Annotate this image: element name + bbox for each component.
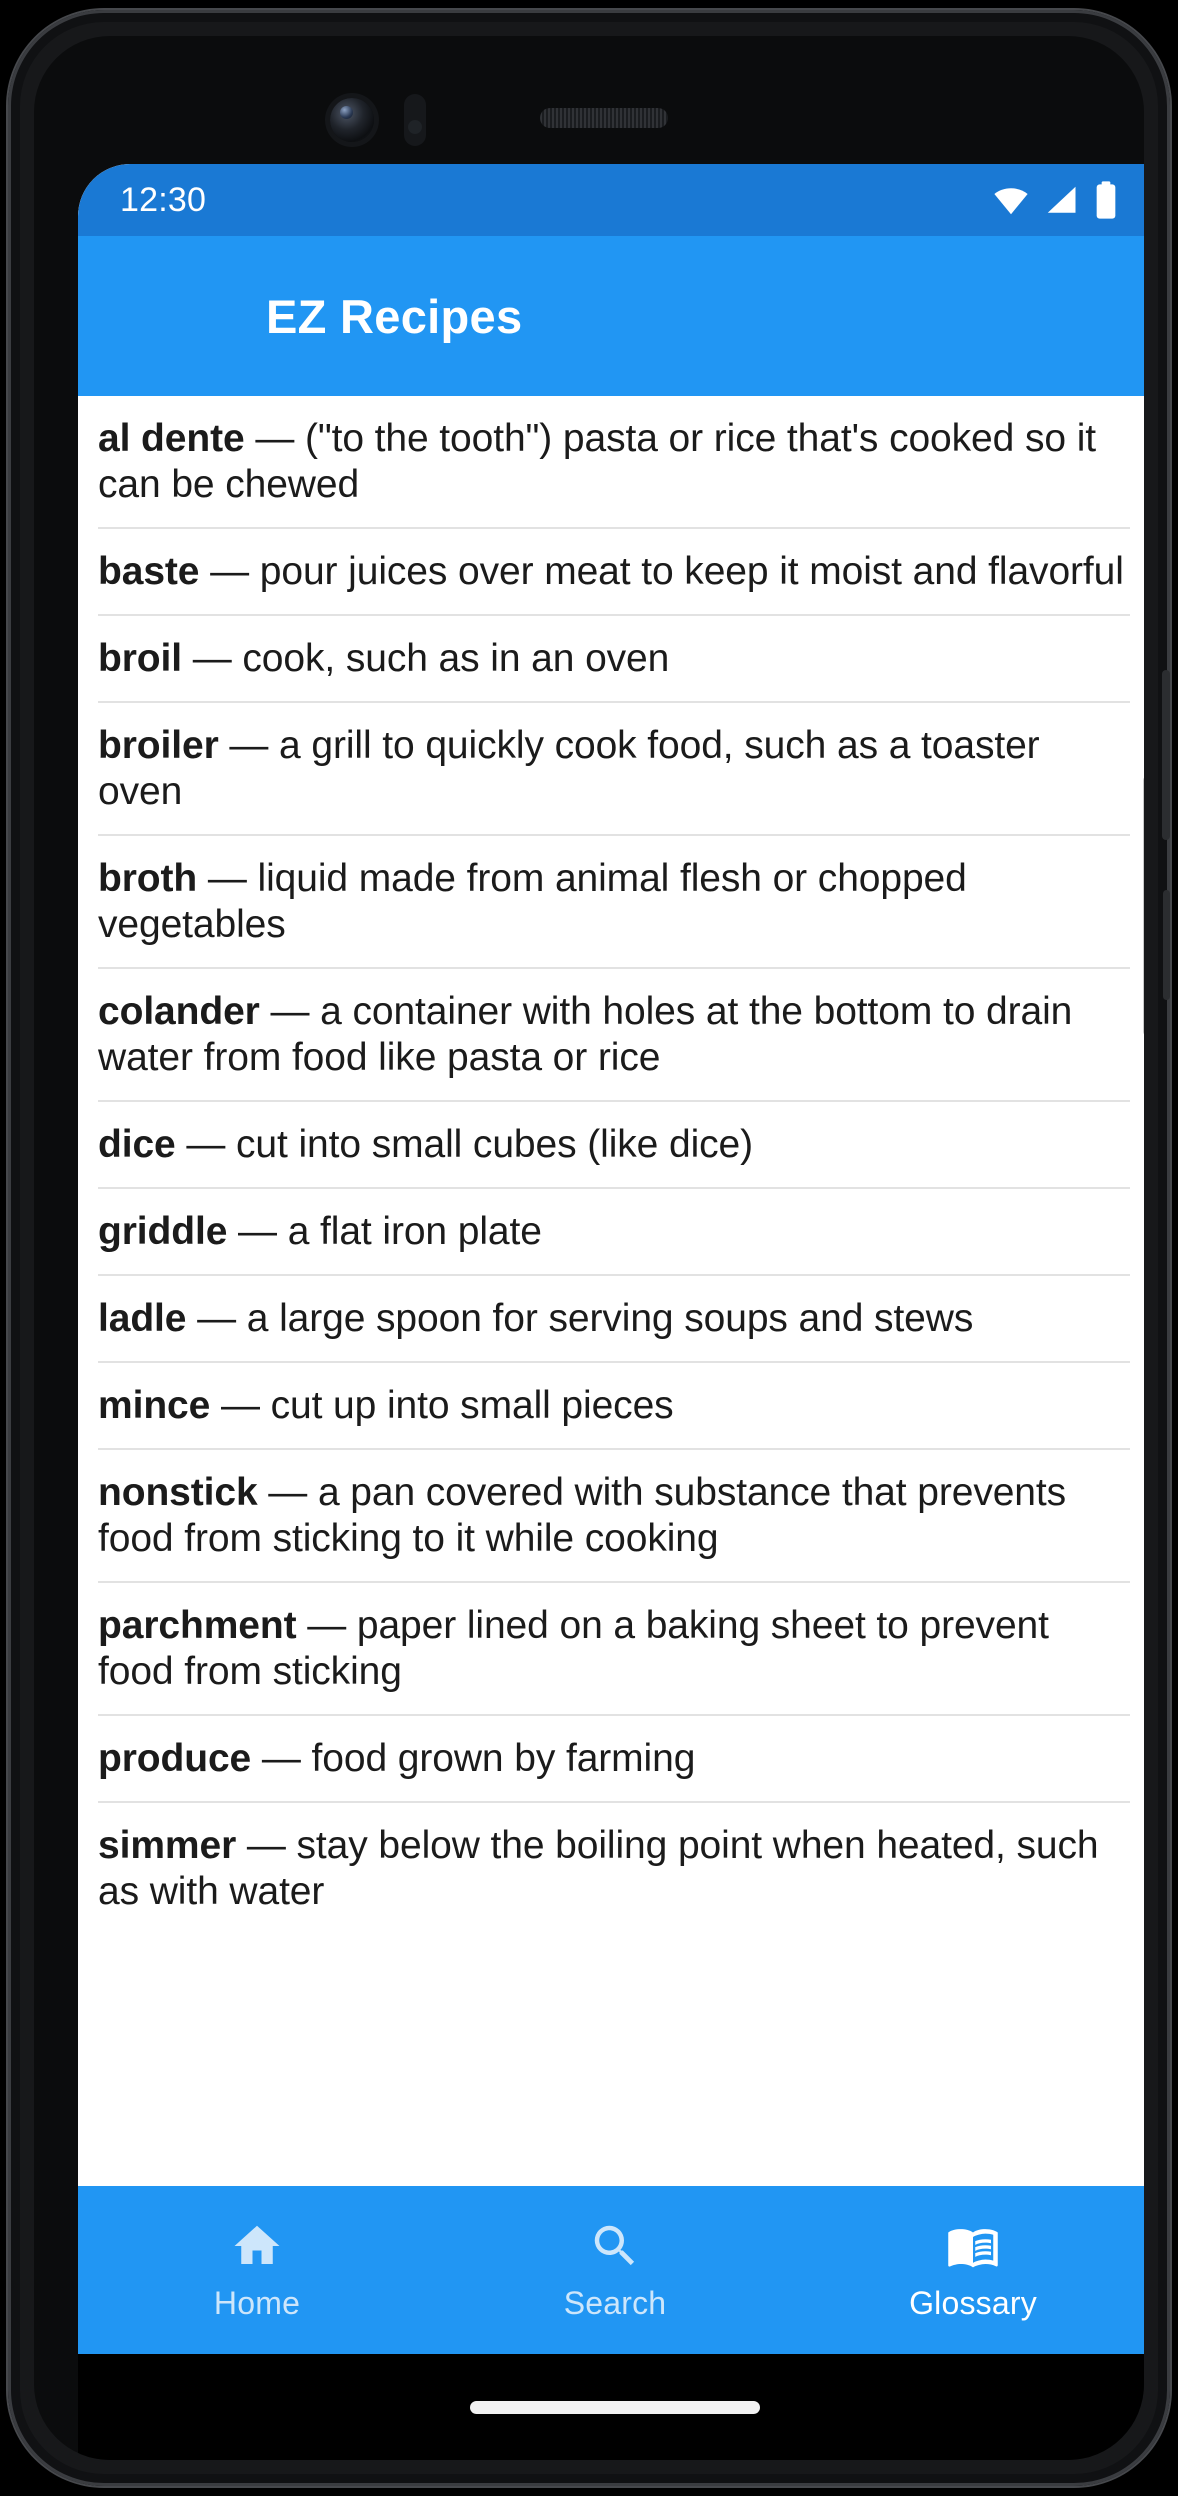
earpiece-speaker <box>540 108 668 128</box>
status-bar-icons <box>992 180 1118 220</box>
glossary-list-item[interactable]: parchment — paper lined on a baking shee… <box>98 1583 1130 1717</box>
glossary-term: simmer <box>98 1824 237 1868</box>
glossary-separator: — <box>186 1297 247 1341</box>
volume-button[interactable] <box>1163 890 1170 1000</box>
app-bar: EZ Recipes <box>78 236 1144 396</box>
bottom-navigation-bar: Home Search Glossary <box>78 2186 1144 2354</box>
glossary-list-item[interactable]: colander — a container with holes at the… <box>98 969 1130 1103</box>
glossary-separator: — <box>218 724 280 768</box>
glossary-separator: — <box>175 1123 237 1167</box>
glossary-separator: — <box>236 1824 297 1868</box>
glossary-term: dice <box>98 1123 176 1167</box>
glossary-list-item[interactable]: mince — cut up into small pieces <box>98 1363 1130 1451</box>
glossary-definition: food grown by farming <box>311 1737 696 1781</box>
page-title: EZ Recipes <box>266 289 523 343</box>
glossary-term: al dente <box>98 417 245 460</box>
menu-book-icon <box>948 2228 998 2267</box>
glossary-list[interactable]: al dente — ("to the tooth") pasta or ric… <box>78 396 1144 2186</box>
glossary-separator: — <box>251 1737 312 1781</box>
glossary-definition: cut up into small pieces <box>270 1384 674 1428</box>
glossary-list-item[interactable]: broil — cook, such as in an oven <box>98 616 1130 704</box>
nav-label-home: Home <box>213 2284 301 2321</box>
glossary-list-item[interactable]: ladle — a large spoon for serving soups … <box>98 1276 1130 1364</box>
glossary-definition: a flat iron plate <box>287 1210 542 1254</box>
search-icon <box>594 2225 635 2265</box>
glossary-list-item[interactable]: dice — cut into small cubes (like dice) <box>98 1102 1130 1190</box>
proximity-sensor-icon <box>404 94 426 146</box>
glossary-term: ladle <box>98 1297 187 1341</box>
glossary-separator: — <box>296 1604 357 1648</box>
glossary-list-item[interactable]: produce — food grown by farming <box>98 1716 1130 1804</box>
glossary-term: broiler <box>98 724 219 768</box>
glossary-list-item[interactable]: griddle — a flat iron plate <box>98 1189 1130 1277</box>
front-camera-icon <box>330 98 374 142</box>
glossary-separator: — <box>199 550 260 594</box>
nav-item-home[interactable]: Home <box>78 2219 436 2322</box>
glossary-separator: — <box>182 637 243 681</box>
nav-label-search: Search <box>563 2284 667 2321</box>
glossary-term: nonstick <box>98 1471 258 1515</box>
glossary-term: griddle <box>98 1210 228 1254</box>
glossary-definition: a large spoon for serving soups and stew… <box>246 1297 974 1341</box>
glossary-term: broth <box>98 857 198 901</box>
cellular-signal-icon <box>1044 181 1080 219</box>
home-icon <box>234 2225 280 2264</box>
glossary-list-item[interactable]: baste — pour juices over meat to keep it… <box>98 529 1130 617</box>
glossary-list-item[interactable]: al dente — ("to the tooth") pasta or ric… <box>98 396 1130 530</box>
power-button[interactable] <box>1162 670 1170 840</box>
glossary-definition: cook, such as in an oven <box>242 637 670 681</box>
glossary-term: baste <box>98 550 200 594</box>
status-bar: 12:30 <box>78 164 1144 236</box>
glossary-separator: — <box>244 417 305 460</box>
glossary-list-item[interactable]: broth — liquid made from animal flesh or… <box>98 836 1130 970</box>
app-screen: 12:30 EZ Recipes al dente — ("to the too… <box>78 164 1144 2354</box>
glossary-term: broil <box>98 637 182 681</box>
glossary-separator: — <box>259 990 321 1034</box>
phone-bezel: 12:30 EZ Recipes al dente — ("to the too… <box>34 36 1144 2460</box>
glossary-list-item[interactable]: simmer — stay below the boiling point wh… <box>98 1803 1130 1934</box>
nav-label-glossary: Glossary <box>909 2284 1037 2321</box>
glossary-separator: — <box>197 857 258 901</box>
glossary-list-item[interactable]: broiler — a grill to quickly cook food, … <box>98 703 1130 837</box>
nav-item-search[interactable]: Search <box>436 2219 794 2322</box>
home-indicator-bar[interactable] <box>470 2400 760 2414</box>
nav-item-glossary[interactable]: Glossary <box>794 2219 1144 2322</box>
phone-device-frame: 12:30 EZ Recipes al dente — ("to the too… <box>8 10 1170 2486</box>
glossary-term: mince <box>98 1384 211 1428</box>
status-bar-clock: 12:30 <box>120 180 207 219</box>
glossary-separator: — <box>210 1384 271 1428</box>
glossary-definition: cut into small cubes (like dice) <box>236 1123 754 1167</box>
glossary-list-item[interactable]: nonstick — a pan covered with substance … <box>98 1450 1130 1584</box>
glossary-term: produce <box>98 1737 252 1781</box>
battery-icon <box>1094 180 1118 220</box>
system-gesture-area <box>78 2354 1144 2460</box>
glossary-separator: — <box>257 1471 318 1515</box>
wifi-icon <box>992 181 1030 219</box>
glossary-separator: — <box>227 1210 288 1254</box>
glossary-term: parchment <box>98 1604 297 1648</box>
scrollbar-thumb[interactable] <box>1143 776 1144 1036</box>
glossary-term: colander <box>98 990 260 1034</box>
glossary-definition: pour juices over meat to keep it moist a… <box>259 550 1124 594</box>
